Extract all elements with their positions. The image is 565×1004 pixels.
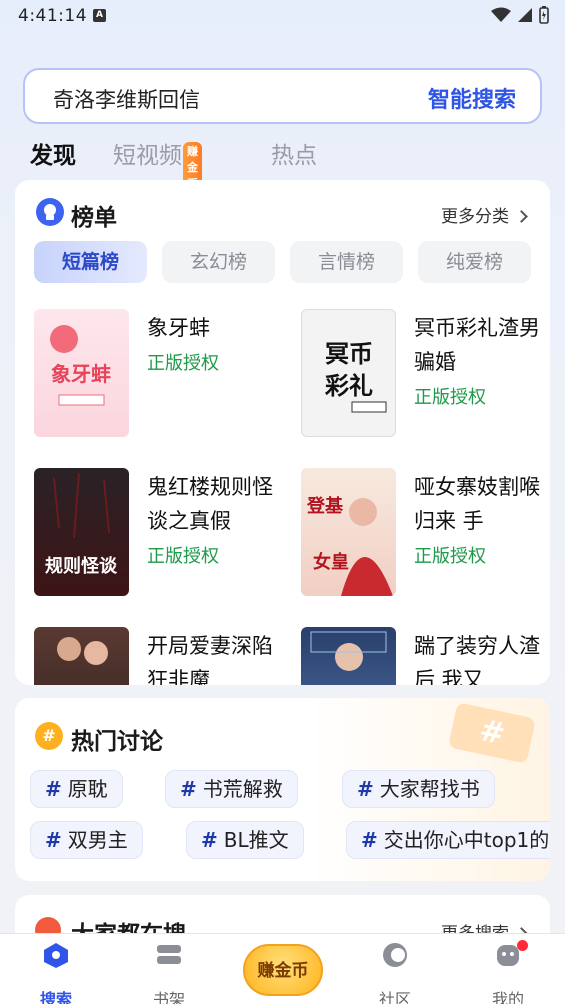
status-icons: [491, 6, 549, 24]
topic-chip[interactable]: # 大家帮找书: [342, 770, 495, 808]
nav-label: 社区: [378, 990, 411, 1004]
nav-community[interactable]: 社区: [360, 942, 430, 1004]
book-title: 象牙蚌: [147, 316, 210, 340]
topic-chip[interactable]: # 交出你心中top1的: [346, 821, 550, 859]
book-license-tag: 正版授权: [414, 387, 486, 408]
book-item[interactable]: 规则怪谈 鬼红楼规则怪谈之真假 正版授权: [34, 468, 284, 596]
signal-icon: [518, 8, 532, 22]
hashtag-icon: #: [357, 777, 374, 801]
topic-label: 交出你心中top1的: [383, 828, 550, 852]
book-title: 踹了装穷人渣后 我又: [414, 634, 540, 685]
hot-discussion-title: 热门讨论: [71, 729, 163, 755]
accessibility-icon: A: [93, 9, 106, 22]
book-title: 哑女寨妓割喉归来 手: [414, 475, 540, 533]
chip-fantasy[interactable]: 玄幻榜: [162, 241, 275, 283]
status-bar: 4:41:14 A: [0, 0, 565, 32]
community-icon: [383, 943, 407, 967]
svg-text:彩礼: 彩礼: [324, 372, 373, 400]
battery-icon: [539, 6, 549, 24]
more-categories-label: 更多分类: [441, 207, 509, 227]
chip-romance[interactable]: 言情榜: [290, 241, 403, 283]
book-cover: [301, 627, 396, 685]
svg-text:女皇: 女皇: [313, 551, 349, 573]
smart-search-button[interactable]: 智能搜索: [428, 82, 516, 114]
book-license-tag: 正版授权: [147, 353, 219, 374]
hot-discussion-card: # 热门讨论 # # 原耽 # 书荒解救 # 大家帮找书 # 双男主 # BL推文 # 交出…: [15, 698, 550, 881]
book-item[interactable]: 踹了装穷人渣后 我又: [301, 627, 550, 685]
book-item[interactable]: 冥币 彩礼 冥币彩礼渣男骗婚 正版授权: [301, 309, 550, 437]
nav-label: 搜索: [39, 990, 72, 1004]
ranking-title: 榜单: [71, 205, 117, 231]
svg-text:冥币: 冥币: [325, 340, 373, 368]
book-license-tag: 正版授权: [414, 546, 486, 567]
nav-search[interactable]: 搜索: [21, 942, 91, 1004]
hashtag-icon: #: [45, 777, 62, 801]
book-cover: 冥币 彩礼: [301, 309, 396, 437]
book-license-tag: 正版授权: [147, 546, 219, 567]
topic-label: BL推文: [223, 828, 289, 852]
nav-me[interactable]: 我的: [473, 942, 543, 1004]
topic-label: 原耽: [67, 777, 108, 801]
hashtag-decoration-icon: #: [448, 702, 536, 764]
topic-chip[interactable]: # 原耽: [30, 770, 123, 808]
more-categories-link[interactable]: 更多分类: [441, 202, 528, 227]
topic-chip[interactable]: # BL推文: [186, 821, 304, 859]
hashtag-icon: #: [201, 828, 218, 852]
book-title: 开局爱妻深陷狂非魔: [147, 634, 273, 685]
topic-label: 书荒解救: [202, 777, 283, 801]
book-title: 鬼红楼规则怪谈之真假: [147, 475, 273, 533]
topic-chip[interactable]: # 双男主: [30, 821, 143, 859]
notification-dot: [517, 940, 528, 951]
book-item[interactable]: 开局爱妻深陷狂非魔: [34, 627, 284, 685]
search-input[interactable]: 奇洛李维斯回信: [53, 84, 200, 114]
chip-bl[interactable]: 纯爱榜: [418, 241, 531, 283]
status-time: 4:41:14: [18, 6, 88, 26]
nav-label: 我的: [491, 990, 524, 1004]
cover-text: 象牙蚌: [51, 362, 111, 386]
hashtag-icon: #: [180, 777, 197, 801]
cover-text: 规则怪谈: [45, 555, 118, 577]
book-cover: 象牙蚌: [34, 309, 129, 437]
svg-text:登基: 登基: [306, 495, 344, 517]
tab-discover[interactable]: 发现: [30, 136, 76, 170]
hashtag-icon: #: [361, 828, 378, 852]
book-cover: 规则怪谈: [34, 468, 129, 596]
topic-label: 大家帮找书: [379, 777, 480, 801]
search-bar[interactable]: 奇洛李维斯回信 智能搜索: [23, 68, 542, 124]
book-title: 冥币彩礼渣男骗婚: [414, 316, 540, 374]
hashtag-icon: #: [35, 722, 63, 750]
ranking-card: 榜单 更多分类 短篇榜 玄幻榜 言情榜 纯爱榜 象牙蚌 象牙蚌 正版授权 冥币 …: [15, 180, 550, 685]
trophy-icon: [36, 198, 64, 226]
book-item[interactable]: 登基 女皇 哑女寨妓割喉归来 手 正版授权: [301, 468, 550, 596]
topic-chip[interactable]: # 书荒解救: [165, 770, 298, 808]
topic-label: 双男主: [67, 828, 128, 852]
chevron-right-icon: [515, 210, 528, 223]
bookshelf-icon: [157, 945, 181, 964]
search-tag-icon: [44, 943, 68, 968]
hashtag-icon: #: [45, 828, 62, 852]
book-item[interactable]: 象牙蚌 象牙蚌 正版授权: [34, 309, 284, 437]
chip-short[interactable]: 短篇榜: [34, 241, 147, 283]
tab-hot[interactable]: 热点: [271, 136, 317, 170]
nav-bookshelf[interactable]: 书架: [134, 942, 204, 1004]
tab-short-video[interactable]: 短视频: [113, 136, 182, 170]
wifi-icon: [491, 7, 511, 22]
nav-label: 书架: [152, 990, 185, 1004]
earn-coins-button[interactable]: 赚金币: [243, 944, 323, 996]
book-cover: 登基 女皇: [301, 468, 396, 596]
book-cover: [34, 627, 129, 685]
